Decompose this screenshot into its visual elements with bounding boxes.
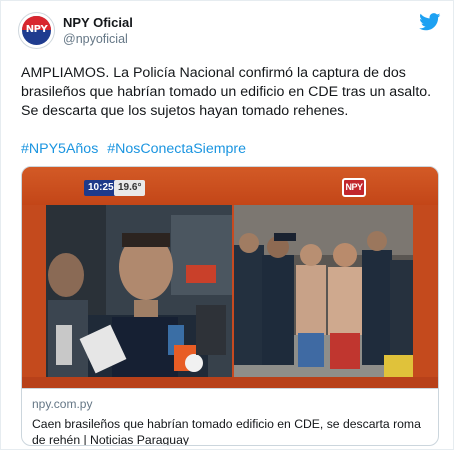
avatar[interactable]: NPY — [18, 12, 55, 49]
hashtag-link[interactable]: #NosConectaSiempre — [107, 141, 246, 157]
card-domain: npy.com.py — [32, 397, 93, 411]
twitter-bird-icon[interactable] — [419, 13, 441, 31]
user-handle[interactable]: @npyoficial — [63, 32, 128, 46]
tv-frame-left — [22, 205, 46, 388]
tv-frame-right — [413, 205, 438, 388]
tweet-embed: NPY NPY Oficial @npyoficial AMPLIAMOS. L… — [0, 0, 454, 450]
temperature-badge: 19.6° — [114, 180, 146, 196]
card-meta[interactable]: npy.com.py Caen brasileños que habrían t… — [22, 388, 438, 445]
officer-illustration — [46, 205, 232, 377]
clock-badge: 10:25 — [84, 180, 118, 196]
suspects-illustration — [234, 205, 413, 377]
card-image[interactable]: 10:25 19.6° NPY — [22, 167, 438, 388]
display-name[interactable]: NPY Oficial — [63, 15, 133, 30]
channel-logo: NPY — [342, 178, 366, 197]
tweet-text: AMPLIAMOS. La Policía Nacional confirmó … — [21, 65, 432, 119]
avatar-logo-text: NPY — [25, 24, 48, 35]
card-title[interactable]: Caen brasileños que habrían tomado edifi… — [32, 416, 428, 445]
hashtag-link[interactable]: #NPY5Años — [21, 141, 98, 157]
photo-officer-press — [46, 205, 232, 377]
tv-frame-bottom — [22, 377, 438, 388]
photo-detained-suspects — [234, 205, 413, 377]
link-card[interactable]: 10:25 19.6° NPY npy.com.py Caen brasileñ… — [21, 166, 439, 446]
hashtags: #NPY5Años #NosConectaSiempre — [21, 140, 251, 159]
channel-logo-text: NPY — [345, 182, 363, 192]
